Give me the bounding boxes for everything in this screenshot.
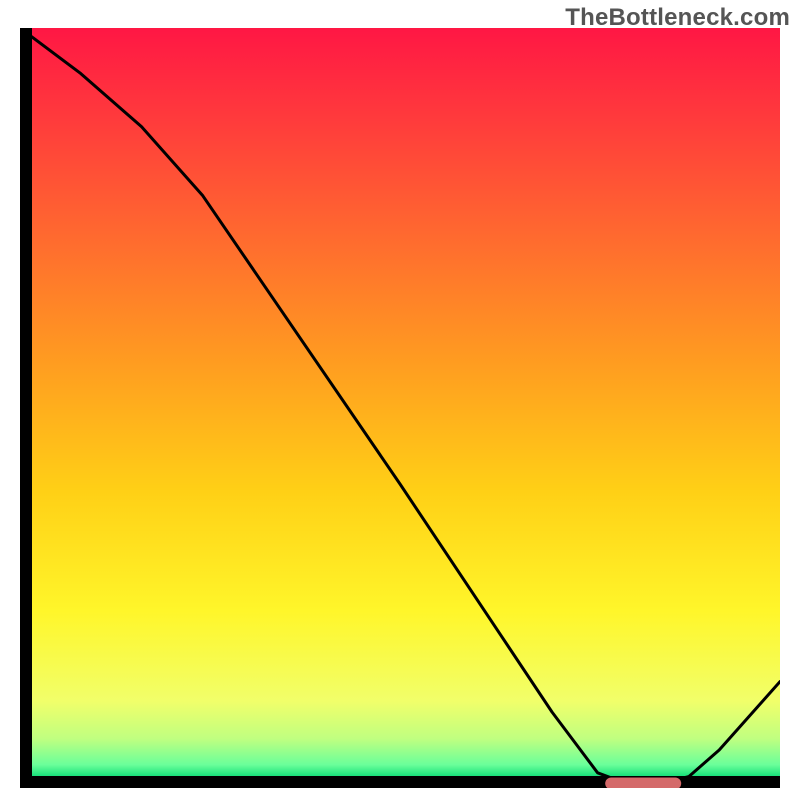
chart-container: TheBottleneck.com <box>0 0 800 800</box>
y-axis <box>20 28 32 788</box>
plot-frame <box>20 28 780 788</box>
bottleneck-chart <box>20 28 780 788</box>
optimum-marker <box>605 777 681 788</box>
gradient-background <box>32 28 780 776</box>
